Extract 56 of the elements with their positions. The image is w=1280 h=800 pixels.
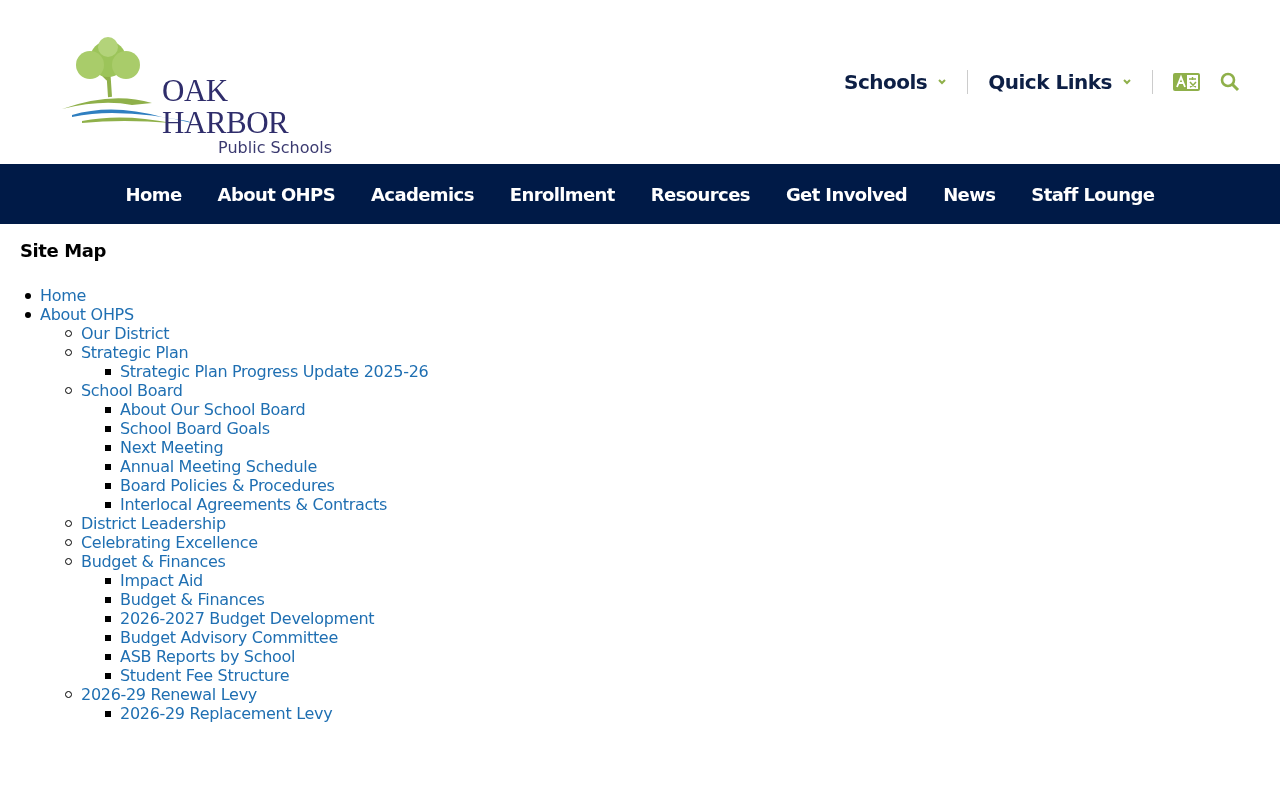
sitemap-link[interactable]: 2026-29 Renewal Levy [81,685,257,704]
sitemap-link[interactable]: Next Meeting [120,438,224,457]
nav-link[interactable]: Resources [632,183,768,205]
sitemap-link[interactable]: 2026-29 Replacement Levy [120,704,333,723]
translate-icon[interactable] [1173,73,1200,91]
sitemap-link[interactable]: Annual Meeting Schedule [120,457,317,476]
sitemap-link[interactable]: About OHPS [40,305,134,324]
bullet-icon [105,710,111,717]
sitemap-link[interactable]: District Leadership [81,514,226,533]
sitemap-link[interactable]: Our District [81,324,170,343]
sitemap-link[interactable]: Board Policies & Procedures [120,476,335,495]
bullet-icon [105,596,111,603]
sitemap-link[interactable]: Strategic Plan Progress Update 2025-26 [120,362,429,381]
sitemap-link[interactable]: Budget & Finances [120,590,265,609]
sitemap-link[interactable]: Budget Advisory Committee [120,628,338,647]
nav-link[interactable]: News [925,183,1014,205]
sitemap-link[interactable]: Celebrating Excellence [81,533,258,552]
sitemap-link[interactable]: Home [40,286,87,305]
sitemap-link[interactable]: Student Fee Structure [120,666,290,685]
bullet-icon [105,615,111,622]
sitemap-link[interactable]: Interlocal Agreements & Contracts [120,495,388,514]
page-heading: Site Map [20,240,106,261]
sitemap-link[interactable]: School Board [81,381,183,400]
bullet-icon [105,577,111,584]
nav-link[interactable]: Staff Lounge [1013,183,1173,205]
bullet-icon [105,425,111,432]
sitemap-link[interactable]: ASB Reports by School [120,647,296,666]
logo-name: OAK HARBOR [162,75,290,139]
bullet-icon [25,311,31,318]
sitemap-link[interactable]: 2026-2027 Budget Development [120,609,375,628]
dropdown-link[interactable]: Quick Links [968,70,1152,94]
sitemap-link[interactable]: About Our School Board [120,400,306,419]
bullet-icon [105,463,111,470]
chevron-down-icon [937,78,948,86]
sitemap-link[interactable]: Strategic Plan [81,343,189,362]
nav-link[interactable]: Get Involved [767,183,926,205]
nav-link[interactable]: About OHPS [199,183,353,205]
chevron-down-icon [1122,78,1132,86]
bullet-icon [105,368,111,375]
bullet-icon [105,634,111,641]
logo-subtitle: Public Schools [218,139,332,157]
search-icon[interactable] [1220,72,1240,92]
bullet-icon [105,406,111,413]
bullet-icon [105,444,111,451]
bullet-icon [105,653,111,660]
sitemap-link[interactable]: School Board Goals [120,419,270,438]
nav-link[interactable]: Home [107,183,200,205]
nav-link[interactable]: Academics [353,183,492,205]
dropdown-link[interactable]: Schools [824,70,968,94]
sitemap-link[interactable]: Impact Aid [120,571,203,590]
sitemap-link[interactable]: Budget & Finances [81,552,226,571]
bullet-icon [25,292,31,299]
bullet-icon [105,672,111,679]
bullet-icon [105,482,111,489]
bullet-icon [105,501,111,508]
nav-link[interactable]: Enrollment [491,183,633,205]
